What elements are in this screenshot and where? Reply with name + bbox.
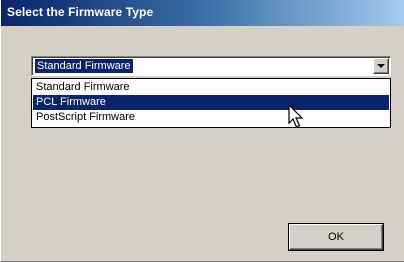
dialog-title: Select the Firmware Type [7, 5, 154, 19]
firmware-type-dropdown-list: Standard Firmware PCL Firmware PostScrip… [31, 78, 391, 128]
option-pcl-firmware[interactable]: PCL Firmware [33, 95, 389, 110]
option-standard-firmware[interactable]: Standard Firmware [33, 80, 389, 95]
option-postscript-firmware[interactable]: PostScript Firmware [33, 110, 389, 125]
ok-button[interactable]: OK [289, 224, 383, 250]
firmware-type-combobox[interactable]: Standard Firmware [31, 56, 391, 76]
firmware-dialog: Select the Firmware Type Standard Firmwa… [0, 0, 404, 262]
chevron-down-icon[interactable] [373, 58, 389, 74]
mouse-pointer-icon [288, 104, 304, 128]
combobox-selected-value: Standard Firmware [35, 59, 133, 73]
title-bar[interactable]: Select the Firmware Type [1, 0, 404, 26]
